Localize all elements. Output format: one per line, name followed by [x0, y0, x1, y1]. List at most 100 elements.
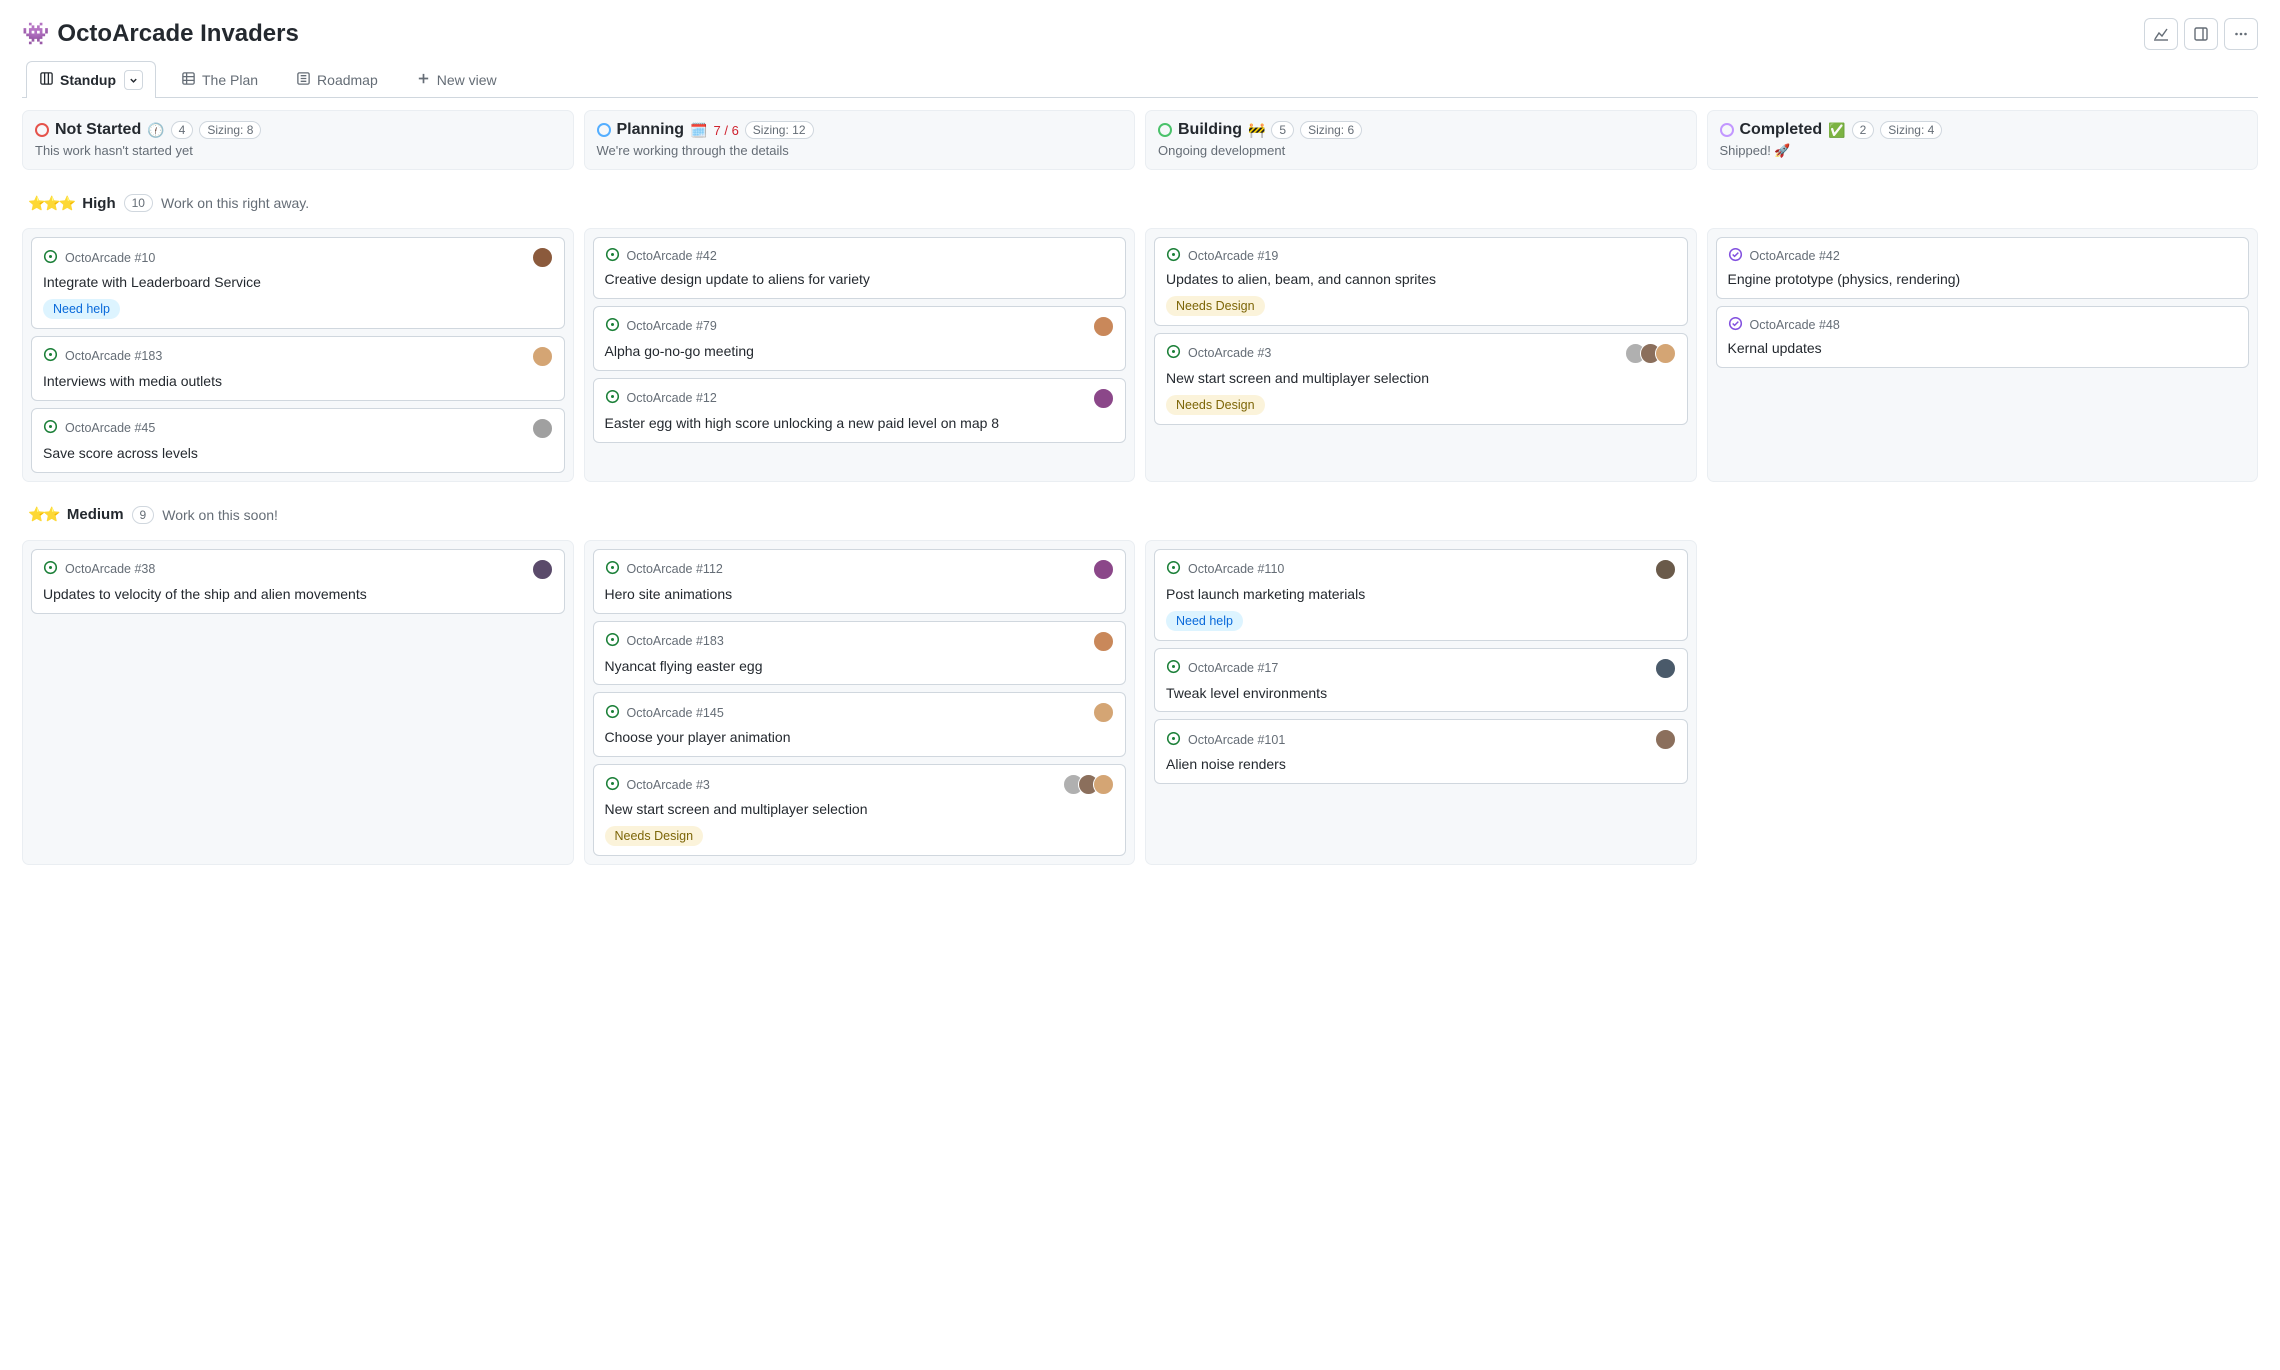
card[interactable]: OctoArcade #3 New start screen and multi…	[1154, 333, 1688, 425]
lane-high-building[interactable]: OctoArcade #19 Updates to alien, beam, a…	[1145, 228, 1697, 482]
card-title: Alpha go-no-go meeting	[605, 342, 1115, 361]
card[interactable]: OctoArcade #3 New start screen and multi…	[593, 764, 1127, 856]
column-emoji: ✅	[1828, 122, 1845, 139]
tab-label: Standup	[60, 72, 116, 88]
card-badge: Need help	[1166, 611, 1243, 631]
column-sizing: Sizing: 6	[1300, 121, 1362, 139]
card-reference: OctoArcade #3	[1188, 346, 1271, 360]
column-name: Completed	[1740, 121, 1823, 139]
card[interactable]: OctoArcade #38 Updates to velocity of th…	[31, 549, 565, 614]
card-reference: OctoArcade #48	[1750, 318, 1840, 332]
status-dot	[1720, 123, 1734, 137]
status-icon	[1166, 659, 1181, 677]
card[interactable]: OctoArcade #145 Choose your player anima…	[593, 692, 1127, 757]
card[interactable]: OctoArcade #42 Creative design update to…	[593, 237, 1127, 299]
card-reference: OctoArcade #12	[627, 391, 717, 405]
column-header-planning: Planning 🗓️ 7 / 6Sizing: 12 We're workin…	[584, 110, 1136, 170]
card[interactable]: OctoArcade #101 Alien noise renders	[1154, 719, 1688, 784]
tab-roadmap[interactable]: Roadmap	[283, 62, 391, 97]
status-icon	[605, 632, 620, 650]
priority-stars: ⭐⭐⭐	[28, 195, 74, 212]
column-count: 2	[1852, 121, 1875, 139]
card[interactable]: OctoArcade #183 Interviews with media ou…	[31, 336, 565, 401]
view-tabs: Standup The Plan Roadmap New view	[22, 60, 2258, 98]
card-reference: OctoArcade #3	[627, 778, 710, 792]
avatar	[1093, 631, 1114, 652]
avatar	[1655, 343, 1676, 364]
card-title: New start screen and multiplayer selecti…	[1166, 369, 1676, 388]
status-icon	[43, 419, 58, 437]
card[interactable]: OctoArcade #42 Engine prototype (physics…	[1716, 237, 2250, 299]
status-icon	[605, 389, 620, 407]
assignee-avatars	[1069, 774, 1114, 795]
status-icon	[43, 249, 58, 267]
panel-button[interactable]	[2184, 18, 2218, 50]
lane-medium-notstarted[interactable]: OctoArcade #38 Updates to velocity of th…	[22, 540, 574, 866]
assignee-avatars	[1661, 729, 1676, 750]
tab-label: Roadmap	[317, 72, 378, 88]
card[interactable]: OctoArcade #112 Hero site animations	[593, 549, 1127, 614]
assignee-avatars	[538, 247, 553, 268]
card-title: Integrate with Leaderboard Service	[43, 273, 553, 292]
card[interactable]: OctoArcade #10 Integrate with Leaderboar…	[31, 237, 565, 329]
card[interactable]: OctoArcade #19 Updates to alien, beam, a…	[1154, 237, 1688, 326]
card[interactable]: OctoArcade #45 Save score across levels	[31, 408, 565, 473]
avatar	[1655, 729, 1676, 750]
card-title: Updates to velocity of the ship and alie…	[43, 585, 553, 604]
card-reference: OctoArcade #112	[627, 562, 723, 576]
card-title: Tweak level environments	[1166, 684, 1676, 703]
lane-high-notstarted[interactable]: OctoArcade #10 Integrate with Leaderboar…	[22, 228, 574, 482]
card[interactable]: OctoArcade #79 Alpha go-no-go meeting	[593, 306, 1127, 371]
column-name: Not Started	[55, 121, 141, 139]
status-icon	[605, 560, 620, 578]
project-icon: 👾	[22, 21, 49, 47]
insights-button[interactable]	[2144, 18, 2178, 50]
priority-stars: ⭐⭐	[28, 506, 59, 523]
assignee-avatars	[1099, 316, 1114, 337]
avatar	[532, 346, 553, 367]
card-reference: OctoArcade #19	[1188, 249, 1278, 263]
card-title: Alien noise renders	[1166, 755, 1676, 774]
card[interactable]: OctoArcade #48 Kernal updates	[1716, 306, 2250, 368]
status-icon	[1728, 247, 1743, 265]
chevron-down-icon[interactable]	[124, 70, 143, 90]
tab-label: New view	[437, 72, 497, 88]
assignee-avatars	[1099, 631, 1114, 652]
tab-the-plan[interactable]: The Plan	[168, 62, 271, 97]
status-icon	[43, 560, 58, 578]
column-emoji: 🗓️	[690, 122, 707, 139]
avatar	[532, 418, 553, 439]
card-reference: OctoArcade #38	[65, 562, 155, 576]
card-reference: OctoArcade #183	[627, 634, 724, 648]
card-title: Nyancat flying easter egg	[605, 657, 1115, 676]
column-desc: Shipped! 🚀	[1720, 143, 2246, 159]
section-count: 9	[132, 506, 155, 524]
card-title: Engine prototype (physics, rendering)	[1728, 270, 2238, 289]
status-dot	[597, 123, 611, 137]
card-reference: OctoArcade #10	[65, 251, 155, 265]
lane-medium-completed[interactable]	[1707, 540, 2259, 866]
card[interactable]: OctoArcade #110 Post launch marketing ma…	[1154, 549, 1688, 641]
status-icon	[605, 247, 620, 265]
section-desc: Work on this right away.	[161, 195, 309, 211]
card[interactable]: OctoArcade #12 Easter egg with high scor…	[593, 378, 1127, 443]
assignee-avatars	[538, 559, 553, 580]
section-desc: Work on this soon!	[162, 507, 278, 523]
card-title: Post launch marketing materials	[1166, 585, 1676, 604]
lane-medium-planning[interactable]: OctoArcade #112 Hero site animations Oct…	[584, 540, 1136, 866]
lane-medium-building[interactable]: OctoArcade #110 Post launch marketing ma…	[1145, 540, 1697, 866]
lane-high-planning[interactable]: OctoArcade #42 Creative design update to…	[584, 228, 1136, 482]
column-header-completed: Completed ✅ 2Sizing: 4 Shipped! 🚀	[1707, 110, 2259, 170]
column-name: Building	[1178, 121, 1242, 139]
more-button[interactable]	[2224, 18, 2258, 50]
tab-standup[interactable]: Standup	[26, 61, 156, 98]
card[interactable]: OctoArcade #17 Tweak level environments	[1154, 648, 1688, 713]
lane-high-completed[interactable]: OctoArcade #42 Engine prototype (physics…	[1707, 228, 2259, 482]
card[interactable]: OctoArcade #183 Nyancat flying easter eg…	[593, 621, 1127, 686]
tab-label: The Plan	[202, 72, 258, 88]
assignee-avatars	[1631, 343, 1676, 364]
section-title: Medium	[67, 506, 124, 523]
tab-new-view[interactable]: New view	[403, 62, 510, 97]
column-fraction: 7 / 6	[714, 123, 739, 138]
card-reference: OctoArcade #79	[627, 319, 717, 333]
